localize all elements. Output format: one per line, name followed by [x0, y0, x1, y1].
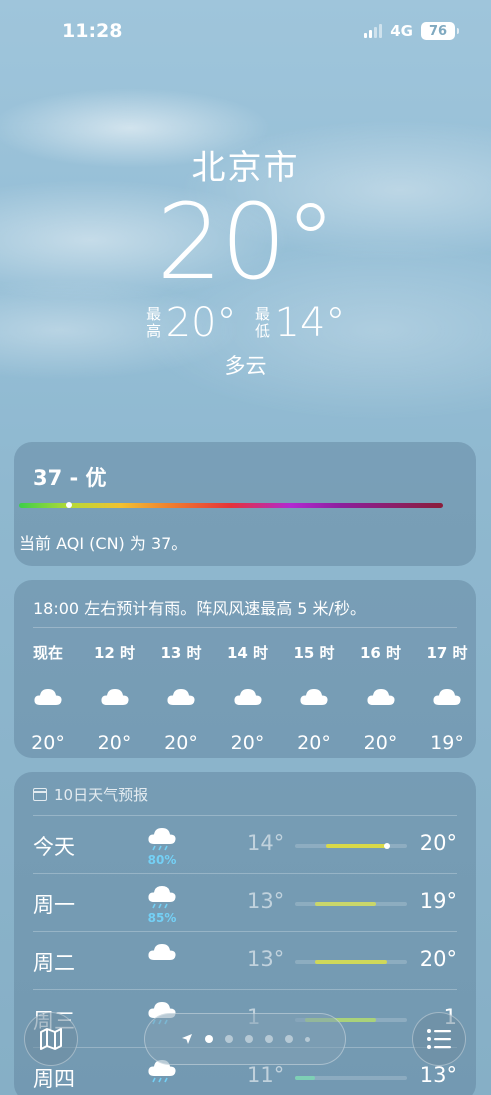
hourly-item: 现在 20°	[18, 642, 78, 754]
aqi-description: 当前 AQI (CN) 为 37。	[19, 534, 188, 553]
daily-forecast-title: 10日天气预报	[54, 786, 149, 804]
battery-level: 76	[428, 23, 448, 39]
hour-temperature: 19°	[430, 732, 464, 754]
day-weather	[147, 941, 177, 967]
hourly-forecast-card[interactable]: 18:00 左右预计有雨。阵风风速最高 5 米/秒。 现在 20° 12 时 20° 1…	[14, 580, 476, 758]
precipitation-chance: 80%	[147, 853, 177, 867]
hour-label: 现在	[32, 644, 63, 662]
hour-temperature: 20°	[363, 732, 398, 754]
divider	[33, 873, 457, 874]
hour-label: 12 时	[93, 644, 136, 662]
page-dot[interactable]	[224, 1035, 233, 1043]
divider	[33, 627, 457, 628]
day-name: 周一	[33, 893, 75, 917]
day-weather: 85%	[147, 883, 177, 925]
status-time: 11:28	[62, 20, 123, 42]
cloud-icon	[167, 689, 195, 705]
calendar-icon	[33, 788, 47, 801]
hour-temperature: 20°	[31, 732, 65, 754]
aqi-gradient-bar	[19, 503, 443, 508]
hour-temperature: 20°	[297, 732, 331, 754]
cloud-icon	[100, 689, 129, 705]
hour-label: 17 时	[426, 644, 468, 662]
aqi-title: 37 - 优	[33, 466, 107, 490]
hourly-item: 12 时 20°	[85, 642, 145, 754]
day-name: 周四	[33, 1067, 75, 1091]
hourly-item: 15 时 20°	[284, 642, 344, 754]
day-high-temperature: 19°	[419, 889, 457, 913]
divider	[33, 931, 457, 932]
day-low-temperature: 14°	[247, 831, 285, 855]
location-pager[interactable]	[144, 1013, 346, 1065]
temperature-range-fill	[315, 960, 387, 964]
temperature-range-bar	[295, 1076, 407, 1080]
day-high-temperature: 20°	[419, 831, 457, 855]
daily-row[interactable]: 周二 13° 20°	[33, 931, 457, 989]
weather-condition: 多云	[224, 354, 267, 378]
network-type: 4G	[390, 22, 413, 40]
hourly-summary: 18:00 左右预计有雨。阵风风速最高 5 米/秒。	[33, 599, 366, 618]
rain-cloud-icon	[148, 828, 176, 851]
temperature-range-bar	[295, 902, 407, 906]
day-name: 周二	[33, 951, 75, 975]
rain-cloud-icon	[148, 886, 176, 909]
page-dot[interactable]	[284, 1035, 293, 1043]
hourly-item: 16 时 20°	[351, 642, 411, 754]
day-low-temperature: 13°	[247, 889, 285, 913]
hourly-item: 17 时 19°	[417, 642, 477, 754]
current-temperature-dot	[383, 843, 390, 849]
temperature-range-bar	[295, 960, 407, 964]
status-icons: 4G 76	[364, 22, 459, 40]
hour-temperature: 20°	[97, 732, 132, 754]
temperature-range-fill	[325, 844, 387, 848]
day-high-temperature: 13°	[419, 1063, 457, 1087]
current-temperature: 20°	[156, 181, 336, 303]
divider	[33, 815, 457, 816]
low-label: 最低	[254, 305, 270, 340]
day-name: 今天	[33, 835, 75, 859]
hourly-item: 14 时 20°	[218, 642, 278, 754]
divider	[33, 989, 457, 990]
day-weather: 80%	[147, 825, 177, 867]
high-temperature: 20°	[165, 300, 237, 346]
daily-forecast-header: 10日天气预报	[33, 784, 148, 805]
hour-label: 16 时	[359, 644, 402, 662]
hour-temperature: 20°	[230, 732, 265, 754]
temperature-range-fill	[315, 902, 377, 906]
list-icon	[427, 1029, 451, 1049]
cloud-icon	[34, 689, 62, 705]
battery-icon: 76	[421, 22, 459, 40]
page-dot[interactable]	[204, 1035, 213, 1043]
hour-label: 15 时	[293, 644, 335, 662]
cellular-signal-icon	[364, 24, 383, 38]
temperature-range-fill	[295, 1076, 316, 1080]
page-dot[interactable]	[304, 1036, 310, 1042]
daily-row[interactable]: 今天 80% 14° 20°	[33, 815, 457, 873]
map-button[interactable]	[24, 1012, 78, 1066]
temperature-range-bar	[295, 843, 407, 849]
day-low-temperature: 11°	[247, 1063, 285, 1087]
hour-label: 14 时	[226, 644, 269, 662]
map-icon	[40, 1028, 62, 1050]
high-low-temperatures: 最高 20° 最低 14°	[0, 300, 491, 346]
city-list-button[interactable]	[412, 1012, 466, 1066]
hourly-item: 13 时 20°	[151, 642, 211, 754]
cloud-icon	[433, 689, 461, 705]
hour-temperature: 20°	[164, 732, 198, 754]
day-low-temperature: 13°	[247, 947, 285, 971]
day-high-temperature: 20°	[419, 947, 457, 971]
precipitation-chance: 85%	[147, 911, 177, 925]
location-arrow-icon[interactable]	[181, 1033, 193, 1045]
low-temperature: 14°	[274, 300, 346, 346]
cloud-icon	[233, 689, 262, 705]
page-dot[interactable]	[244, 1035, 253, 1043]
daily-row[interactable]: 周一 85% 13° 19°	[33, 873, 457, 931]
cloud-icon	[300, 689, 328, 705]
cloud-icon	[148, 944, 176, 960]
page-dot[interactable]	[264, 1035, 273, 1043]
high-label: 最高	[146, 305, 162, 340]
cloud-icon	[366, 689, 395, 705]
hour-label: 13 时	[160, 644, 202, 662]
